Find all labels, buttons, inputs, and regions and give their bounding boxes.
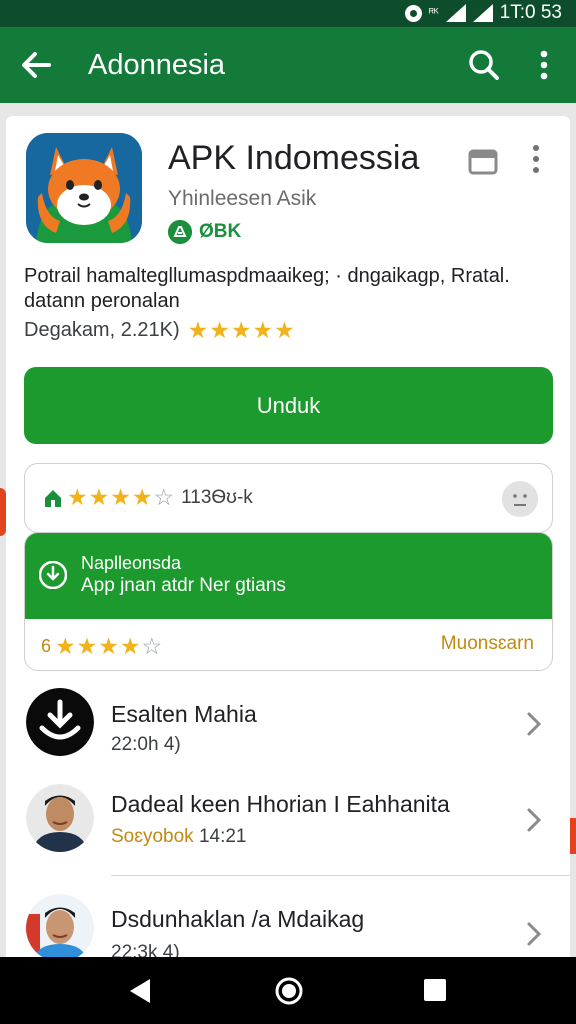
chevron-right-icon	[527, 808, 542, 832]
overflow-menu-icon[interactable]	[524, 45, 564, 85]
promo-subtitle: App jnan atdr Ner gtians	[81, 575, 286, 596]
wishlist-icon[interactable]	[468, 146, 498, 176]
app-details-card: APK Indomessia Yhinleesen Asik ØBK Potra…	[6, 116, 570, 961]
status-time: 1T:0 53	[499, 2, 562, 23]
developer-name[interactable]: Yhinleesen Asik	[168, 187, 316, 211]
fox-icon	[26, 133, 142, 243]
user-avatar	[26, 784, 94, 852]
app-overflow-icon[interactable]	[524, 142, 548, 176]
nav-home-icon[interactable]	[274, 976, 304, 1006]
network-type-label: ᴿᴷ	[429, 7, 439, 19]
app-bar: Adonnesia	[0, 27, 576, 103]
list-item[interactable]: Dsdunhaklan /a Mdaikag 22:3k 4)	[6, 876, 570, 961]
promo-banner[interactable]: Naplleonsda App jnan atdr Ner gtians 6 ★…	[24, 532, 553, 671]
list-item-subtitle: 22:0h 4)	[111, 734, 181, 755]
emoji-feedback-icon[interactable]	[502, 481, 538, 517]
wifi-icon	[445, 4, 466, 22]
promo-header: Naplleonsda App jnan atdr Ner gtians	[25, 533, 552, 619]
list-item-source: Soɛyobok	[111, 826, 194, 847]
badge-label: ØBK	[199, 221, 242, 242]
list-item-title: Dsdunhaklan /a Mdaikag	[111, 906, 365, 932]
search-icon[interactable]	[464, 45, 504, 85]
user-avatar	[26, 894, 94, 961]
side-edge-decoration	[570, 818, 576, 854]
chevron-right-icon	[527, 922, 542, 946]
home-icon	[45, 490, 61, 507]
back-arrow-icon[interactable]	[16, 45, 56, 85]
cell-signal-icon	[472, 4, 493, 22]
app-bar-title: Adonnesia	[88, 49, 226, 81]
nav-back-icon[interactable]	[126, 976, 154, 1006]
rating-count-label: Degakam, 2.21K)	[24, 319, 180, 341]
review-count: 113Ѳʊ-k	[181, 486, 253, 508]
promo-rating: 6 ★★★★☆	[41, 633, 163, 660]
review-summary-box[interactable]: ★★★★☆ 113Ѳʊ-k	[24, 463, 553, 533]
promo-more-link[interactable]: Muonsɛarn	[441, 633, 534, 655]
list-item-time: 14:21	[198, 826, 247, 847]
download-icon	[39, 561, 67, 589]
promo-title: Naplleonsda	[81, 553, 182, 573]
rating-summary: Degakam, 2.21K) ★★★★★	[24, 317, 296, 344]
download-app-avatar-icon	[26, 688, 94, 756]
list-item-title: Esalten Mahia	[111, 701, 257, 727]
rating-stars: ★★★★★	[187, 317, 296, 343]
system-navigation-bar	[0, 957, 576, 1024]
install-button[interactable]: Unduk	[24, 367, 553, 444]
list-item-title: Dadeal keen Hhorian I Eahhanita	[111, 791, 450, 817]
review-stars: ★★★★☆	[67, 484, 176, 510]
app-name: APK Indomessia	[168, 139, 420, 177]
list-item-subtitle: Soɛyobok 14:21	[111, 826, 246, 848]
chevron-right-icon	[527, 712, 542, 736]
app-icon[interactable]	[26, 133, 142, 243]
verified-badge-icon	[168, 220, 192, 244]
list-item[interactable]: Esalten Mahia 22:0h 4)	[6, 674, 570, 774]
promo-stars: ★★★★☆	[55, 633, 164, 659]
nav-recents-icon[interactable]	[424, 979, 446, 1001]
notification-icon	[405, 4, 423, 22]
app-description: Potrail hamaltegllumaspdmaaikeg; · dngai…	[24, 265, 510, 312]
list-item[interactable]: Dadeal keen Hhorian I Eahhanita Soɛyobok…	[6, 774, 570, 874]
promo-rating-prefix: 6	[41, 636, 52, 656]
status-bar: ᴿᴷ 1T:0 53	[0, 0, 576, 27]
